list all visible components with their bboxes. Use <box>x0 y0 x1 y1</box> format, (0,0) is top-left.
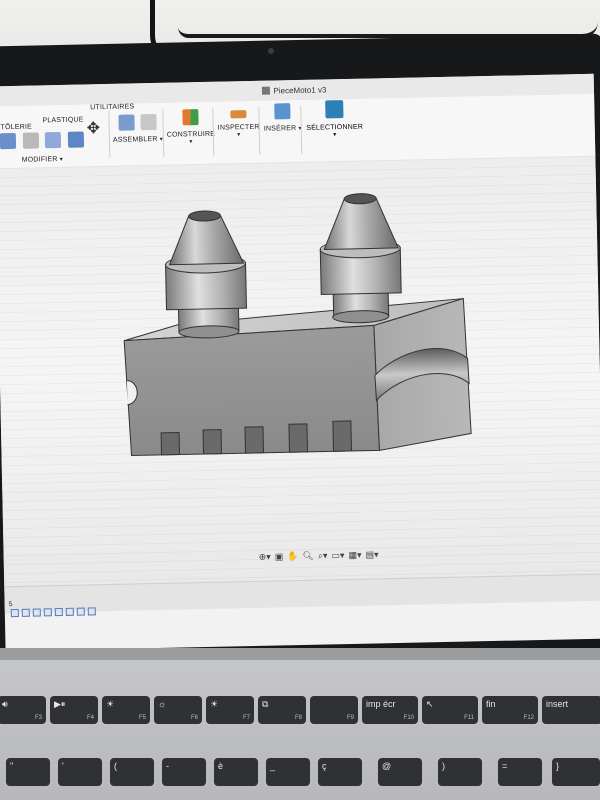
key-f5[interactable]: ☀︎ F5 <box>102 696 150 724</box>
timeline-features <box>10 607 96 618</box>
combine-icon[interactable] <box>67 131 84 148</box>
timeline-feature-icon[interactable] <box>65 607 74 616</box>
construct-group: CONSTRUIRE ▾ <box>166 108 215 146</box>
zoom-icon[interactable]: 🔍︎ <box>302 550 314 561</box>
window-title: PieceMoto1 v3 <box>273 84 327 95</box>
new-component-icon[interactable] <box>118 114 135 131</box>
assemble-group: ASSEMBLER ▾ <box>112 113 163 144</box>
inspect-group: INSPECTER ▾ <box>216 105 261 139</box>
timeline-feature-icon[interactable] <box>54 608 63 617</box>
key-9[interactable]: ç <box>318 758 362 786</box>
plane-icon[interactable] <box>182 109 199 126</box>
insert-image-icon[interactable] <box>274 103 291 120</box>
grid-settings-icon[interactable]: ▦▾ <box>348 549 361 560</box>
construct-menu[interactable]: CONSTRUIRE ▾ <box>167 131 215 146</box>
document-icon <box>261 86 270 95</box>
timeline-feature-icon[interactable] <box>43 608 52 617</box>
display-mode-icon[interactable]: ▭▾ <box>331 550 344 561</box>
insert-group: INSÉRER ▾ <box>262 102 303 133</box>
3d-model[interactable] <box>0 156 600 598</box>
keyboard: 🔊︎ F3 ▶︎⏸︎ F4 ☀︎ F5 ☼ F6 ☀︎ F7 ⧉ F8 F9 imp écr… <box>0 660 600 800</box>
key-8[interactable]: _ <box>266 758 310 786</box>
joint-icon[interactable] <box>140 113 157 131</box>
timeline-feature-icon[interactable] <box>21 608 30 617</box>
timeline-feature-icon[interactable] <box>32 608 41 617</box>
screen: PieceMoto1 v3 TÔLERIE PLASTIQUE UTILITAI… <box>0 73 600 652</box>
assemble-menu[interactable]: ASSEMBLER ▾ <box>113 136 163 144</box>
capture-icon[interactable]: ▣ <box>275 551 284 562</box>
stud-left <box>165 210 247 339</box>
key-3[interactable]: " <box>6 758 50 786</box>
divider <box>162 108 165 157</box>
key-f6[interactable]: ☼ F6 <box>154 696 202 724</box>
key-f8[interactable]: ⧉ F8 <box>258 696 306 724</box>
fit-icon[interactable]: ⌕▾ <box>318 550 328 561</box>
press-pull-icon[interactable] <box>0 132 17 150</box>
select-icon[interactable] <box>325 100 344 119</box>
webcam-icon <box>268 48 274 54</box>
move-tool[interactable]: ✥ <box>86 118 101 138</box>
key-f7[interactable]: ☀︎ F7 <box>206 696 254 724</box>
measure-icon[interactable] <box>230 110 247 119</box>
key-f3[interactable]: 🔊︎ F3 <box>0 696 46 724</box>
timeline-feature-icon[interactable] <box>76 607 85 616</box>
select-group: SÉLECTIONNER ▾ <box>304 99 365 139</box>
orbit-icon[interactable]: ⊕▾ <box>259 551 271 562</box>
navigation-bar: ⊕▾ ▣ ✋ 🔍︎ ⌕▾ ▭▾ ▦▾ ▤▾ <box>259 546 379 565</box>
key-insert[interactable]: insert <box>542 696 600 724</box>
pan-icon[interactable]: ✋ <box>287 551 298 562</box>
tab-utilities[interactable]: UTILITAIRES <box>90 103 134 111</box>
key-6[interactable]: - <box>162 758 206 786</box>
key-f4[interactable]: ▶︎⏸︎ F4 <box>50 696 98 724</box>
key-paren[interactable]: ) <box>438 758 482 786</box>
tab-plastic[interactable]: PLASTIQUE <box>42 116 83 124</box>
viewports-icon[interactable]: ▤▾ <box>365 549 378 560</box>
key-brace[interactable]: } <box>552 758 600 786</box>
3d-viewport[interactable] <box>0 155 600 599</box>
select-menu[interactable]: SÉLECTIONNER ▾ <box>305 124 365 139</box>
tab-sheet-metal[interactable]: TÔLERIE <box>1 124 32 132</box>
key-7[interactable]: è <box>214 758 258 786</box>
fillet-icon[interactable] <box>22 132 39 149</box>
key-f11[interactable]: ↖ F11 <box>422 696 478 724</box>
key-5[interactable]: ( <box>110 758 154 786</box>
key-f10-print-screen[interactable]: imp écr F10 <box>362 696 418 724</box>
shell-icon[interactable] <box>44 131 62 149</box>
key-f9[interactable]: F9 <box>310 696 358 724</box>
timeline-feature-icon[interactable] <box>87 607 96 616</box>
inspect-menu[interactable]: INSPECTER ▾ <box>217 124 261 139</box>
modify-group: MODIFIER ▾ <box>0 130 87 164</box>
timeline-feature-icon[interactable] <box>10 608 19 618</box>
divider <box>108 109 111 158</box>
timeline-counter: 5 <box>8 601 13 609</box>
key-equals[interactable]: = <box>498 758 542 786</box>
move-icon[interactable]: ✥ <box>87 120 101 137</box>
key-4[interactable]: ' <box>58 758 102 786</box>
modify-menu[interactable]: MODIFIER ▾ <box>0 155 87 164</box>
insert-menu[interactable]: INSÉRER ▾ <box>263 125 303 133</box>
key-f12-end[interactable]: fin F12 <box>482 696 538 724</box>
key-0[interactable]: @ <box>378 758 422 786</box>
stud-right <box>319 193 402 324</box>
